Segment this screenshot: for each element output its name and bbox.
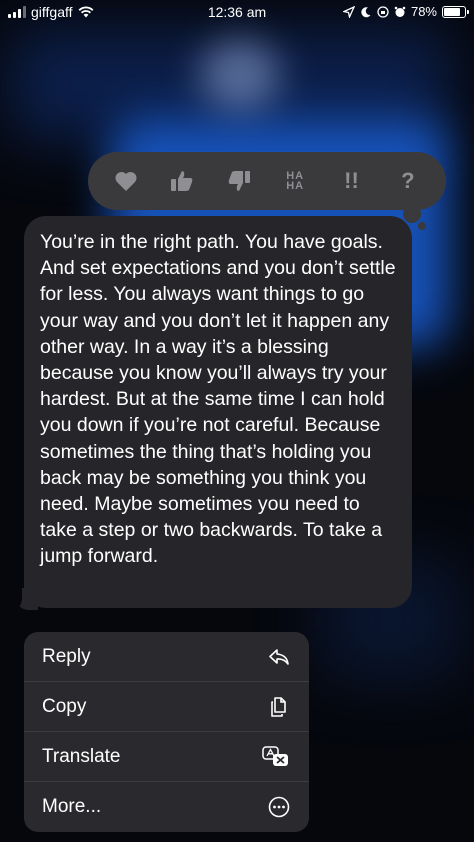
alarm-icon [394, 6, 406, 17]
tapback-tail-dot [403, 205, 421, 223]
battery-percent: 78% [410, 4, 437, 19]
message-text: You’re in the right path. You have goals… [40, 231, 396, 568]
status-bar: giffgaff 12:36 am 78% [0, 0, 474, 26]
thumbs-down-icon[interactable] [219, 161, 259, 201]
menu-item-label: Copy [42, 695, 87, 717]
copy-icon [271, 696, 286, 717]
tapback-bar: HA HA !! ? [88, 152, 446, 210]
menu-item-translate[interactable]: Translate [24, 732, 309, 782]
more-icon [268, 796, 290, 818]
heart-icon[interactable] [106, 161, 146, 201]
context-menu: Reply Copy Translate More... [24, 632, 309, 832]
translate-icon [262, 745, 288, 766]
menu-item-reply[interactable]: Reply [24, 632, 309, 682]
menu-item-label: Translate [42, 745, 121, 767]
question-icon[interactable]: ? [388, 161, 428, 201]
moon-icon [361, 6, 371, 17]
tapback-tail-dot-small [418, 222, 426, 230]
reply-icon [269, 648, 289, 665]
haha-icon[interactable]: HA HA [275, 161, 315, 201]
menu-item-copy[interactable]: Copy [24, 682, 309, 732]
screen-lock-icon [377, 5, 389, 18]
battery-icon [442, 5, 469, 18]
menu-item-more[interactable]: More... [24, 782, 309, 832]
menu-item-label: Reply [42, 645, 91, 667]
location-icon [342, 5, 355, 18]
exclamation-icon[interactable]: !! [331, 161, 371, 201]
thumbs-up-icon[interactable] [162, 161, 202, 201]
menu-item-label: More... [42, 796, 102, 817]
message-bubble[interactable]: You’re in the right path. You have goals… [24, 216, 412, 608]
